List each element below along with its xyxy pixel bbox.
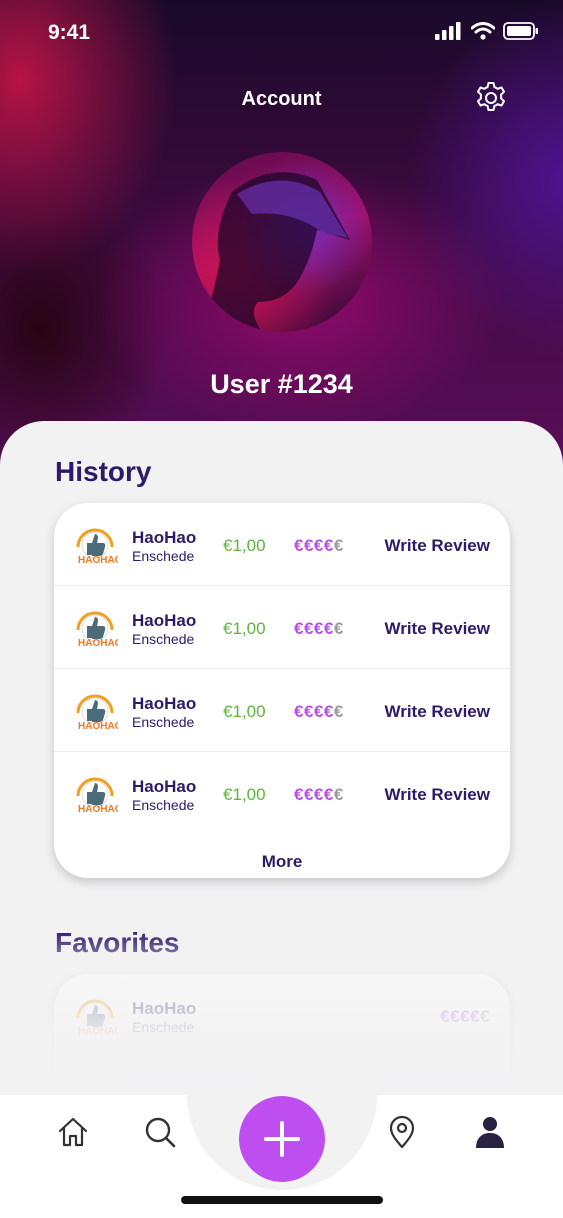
location-pin-icon[interactable] bbox=[384, 1114, 420, 1150]
history-row[interactable]: HAOHAO HaoHao Enschede €1,00 €€€€€ Write… bbox=[54, 586, 510, 669]
restaurant-logo-icon: HAOHAO bbox=[76, 694, 118, 732]
battery-icon bbox=[503, 22, 538, 40]
username: User #1234 bbox=[210, 369, 353, 399]
home-indicator bbox=[181, 1196, 383, 1204]
avatar[interactable] bbox=[192, 152, 372, 332]
history-row[interactable]: HAOHAO HaoHao Enschede €1,00 €€€€€ Write… bbox=[54, 752, 510, 834]
restaurant-logo-icon: HAOHAO bbox=[76, 777, 118, 815]
place-name: HaoHao bbox=[132, 777, 197, 796]
place-city: Enschede bbox=[132, 631, 195, 647]
place-city: Enschede bbox=[132, 1019, 195, 1035]
status-bar: 9:41 bbox=[0, 0, 563, 66]
home-icon[interactable] bbox=[55, 1114, 91, 1150]
price-level: €€€€€ bbox=[294, 536, 344, 555]
history-title: History bbox=[55, 456, 152, 487]
add-icon bbox=[264, 1121, 300, 1157]
status-icons bbox=[435, 22, 539, 40]
price: €1,00 bbox=[223, 619, 266, 638]
write-review-button[interactable]: Write Review bbox=[384, 619, 490, 639]
restaurant-logo-icon: HAOHAO bbox=[76, 999, 118, 1037]
more-button[interactable]: More bbox=[54, 834, 510, 894]
svg-text:HAOHAO: HAOHAO bbox=[78, 804, 118, 815]
profile-icon[interactable] bbox=[472, 1114, 508, 1150]
history-row[interactable]: HAOHAO HaoHao Enschede €1,00 €€€€€ Write… bbox=[54, 503, 510, 586]
svg-text:HAOHAO: HAOHAO bbox=[78, 721, 118, 732]
place-name: HaoHao bbox=[132, 528, 197, 547]
search-icon[interactable] bbox=[142, 1114, 178, 1150]
place-name: HaoHao bbox=[132, 999, 197, 1018]
place-city: Enschede bbox=[132, 797, 195, 813]
write-review-button[interactable]: Write Review bbox=[384, 702, 490, 722]
price-level: €€€€€ bbox=[440, 1007, 490, 1026]
price: €1,00 bbox=[223, 785, 266, 804]
favorites-row[interactable]: HAOHAO HaoHao Enschede €€€€€ bbox=[54, 974, 510, 1057]
place-city: Enschede bbox=[132, 548, 195, 564]
restaurant-logo-icon: HAOHAO bbox=[76, 611, 118, 649]
price-level: €€€€€ bbox=[294, 702, 344, 721]
place-name: HaoHao bbox=[132, 611, 197, 630]
status-time: 9:41 bbox=[48, 21, 91, 44]
place-name: HaoHao bbox=[132, 694, 197, 713]
place-city: Enschede bbox=[132, 714, 195, 730]
history-row[interactable]: HAOHAO HaoHao Enschede €1,00 €€€€€ Write… bbox=[54, 669, 510, 752]
history-card: HAOHAO HaoHao Enschede €1,00 €€€€€ Write… bbox=[54, 503, 510, 878]
cellular-signal-icon bbox=[435, 22, 461, 40]
price-level: €€€€€ bbox=[294, 785, 344, 804]
wifi-icon bbox=[471, 22, 495, 40]
svg-text:HAOHAO: HAOHAO bbox=[78, 638, 118, 649]
svg-text:HAOHAO: HAOHAO bbox=[78, 1026, 118, 1037]
avatar-silhouette bbox=[202, 172, 350, 332]
restaurant-logo-icon: HAOHAO bbox=[76, 528, 118, 566]
svg-text:HAOHAO: HAOHAO bbox=[78, 555, 118, 566]
write-review-button[interactable]: Write Review bbox=[384, 785, 490, 805]
price: €1,00 bbox=[223, 702, 266, 721]
add-button[interactable] bbox=[239, 1096, 325, 1182]
price: €1,00 bbox=[223, 536, 266, 555]
write-review-button[interactable]: Write Review bbox=[384, 536, 490, 556]
favorites-title: Favorites bbox=[55, 927, 180, 958]
gear-icon[interactable] bbox=[473, 80, 509, 116]
price-level: €€€€€ bbox=[294, 619, 344, 638]
